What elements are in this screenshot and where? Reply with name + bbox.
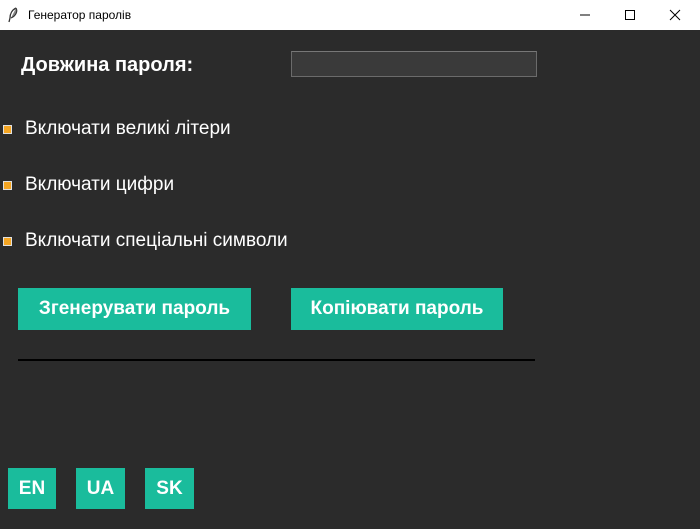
language-sk-button[interactable]: SK bbox=[145, 468, 194, 509]
password-length-label: Довжина пароля: bbox=[21, 54, 194, 76]
uppercase-checkbox[interactable] bbox=[3, 124, 12, 134]
password-output-line bbox=[18, 359, 535, 361]
close-icon bbox=[669, 9, 681, 21]
special-label: Включати спеціальні символи bbox=[25, 230, 288, 251]
digits-checkbox[interactable] bbox=[3, 180, 12, 190]
feather-icon bbox=[6, 7, 20, 23]
language-en-button[interactable]: EN bbox=[8, 468, 56, 509]
generate-password-button[interactable]: Згенерувати пароль bbox=[18, 288, 251, 330]
title-bar: Генератор паролів bbox=[0, 0, 700, 30]
minimize-icon bbox=[580, 14, 590, 16]
window-title: Генератор паролів bbox=[28, 8, 132, 22]
maximize-icon bbox=[625, 10, 635, 20]
close-button[interactable] bbox=[652, 0, 698, 30]
minimize-button[interactable] bbox=[562, 0, 608, 30]
digits-label: Включати цифри bbox=[25, 174, 175, 195]
uppercase-label: Включати великі літери bbox=[25, 118, 231, 139]
special-checkbox[interactable] bbox=[3, 236, 12, 246]
maximize-button[interactable] bbox=[607, 0, 653, 30]
copy-password-button[interactable]: Копіювати пароль bbox=[291, 288, 503, 330]
password-length-input[interactable] bbox=[291, 51, 537, 77]
language-ua-button[interactable]: UA bbox=[76, 468, 125, 509]
